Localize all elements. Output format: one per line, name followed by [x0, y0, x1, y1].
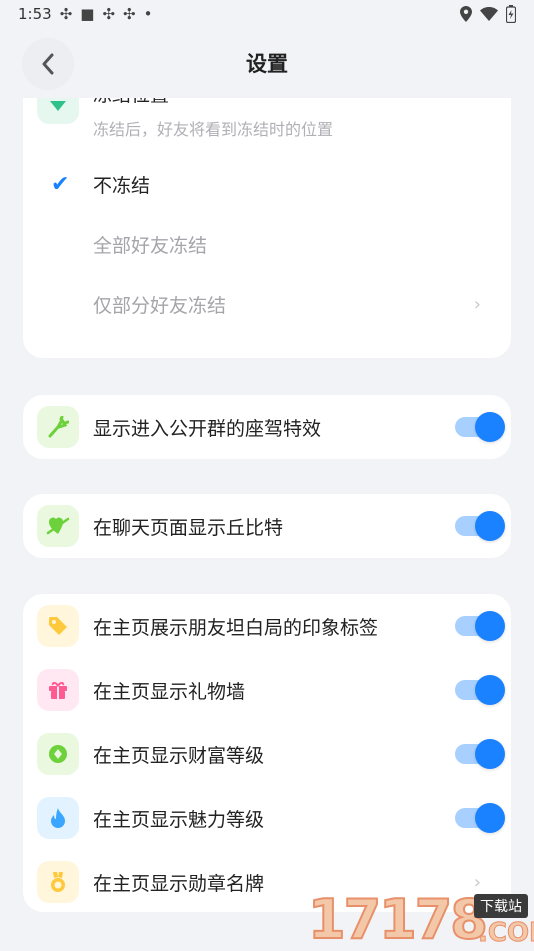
watermark-tag: 下载站 [474, 894, 528, 918]
profile-item-charm: 在主页显示魅力等级 [23, 786, 511, 850]
app-icon: ✣ [102, 4, 116, 23]
cupid-label: 在聊天页面显示丘比特 [93, 516, 284, 539]
cupid-toggle[interactable] [455, 511, 505, 541]
status-dot: • [143, 4, 153, 23]
cupid-arrow-icon [37, 505, 79, 547]
gift-wall-toggle[interactable] [455, 675, 505, 705]
flame-icon [37, 797, 79, 839]
car-effect-label: 显示进入公开群的座驾特效 [93, 417, 322, 440]
freeze-location-subtitle: 冻结后，好友将看到冻结时的位置 [93, 120, 334, 139]
back-button[interactable] [22, 38, 74, 90]
page-title: 设置 [246, 52, 288, 76]
status-right [460, 5, 516, 23]
watermark-domain: .COM [478, 918, 534, 949]
app-icon: ✣ [123, 4, 136, 23]
toggle-knob [475, 412, 505, 442]
square-icon: ■ [80, 4, 95, 23]
status-bar: 1:53 ✣ ■ ✣ ✣ • [0, 0, 534, 28]
tag-icon [37, 605, 79, 647]
battery-icon [506, 5, 516, 23]
car-effect-row: 显示进入公开群的座驾特效 [23, 395, 511, 459]
diamond-icon [37, 733, 79, 775]
toggle-knob [475, 675, 505, 705]
tags-toggle[interactable] [455, 611, 505, 641]
settings-list[interactable]: 冻结位置 冻结后，好友将看到冻结时的位置 ✔ 不冻结 全部好友冻结 仅部分好友冻… [0, 98, 534, 950]
profile-item-gift-wall: 在主页显示礼物墙 [23, 658, 511, 722]
watermark-logo: 17178 下载站 .COM [307, 887, 534, 951]
freeze-option-partial[interactable]: 仅部分好友冻结 › [23, 274, 511, 334]
freeze-location-title: 冻结位置 [93, 98, 169, 107]
car-effect-card: 显示进入公开群的座驾特效 [23, 395, 511, 459]
freeze-option-label: 不冻结 [93, 174, 151, 197]
watermark-number: 17178 [307, 887, 489, 951]
toggle-knob [475, 511, 505, 541]
status-time: 1:53 [18, 5, 52, 23]
profile-item-label: 在主页展示朋友坦白局的印象标签 [93, 616, 379, 639]
wifi-icon [480, 7, 498, 21]
check-icon: ✔ [51, 171, 70, 197]
gift-icon [37, 669, 79, 711]
cupid-card: 在聊天页面显示丘比特 [23, 494, 511, 558]
wealth-toggle[interactable] [455, 739, 505, 769]
profile-item-label: 在主页显示礼物墙 [93, 680, 246, 703]
profile-item-wealth: 在主页显示财富等级 [23, 722, 511, 786]
charm-toggle[interactable] [455, 803, 505, 833]
location-icon [460, 6, 472, 22]
profile-item-label: 在主页显示魅力等级 [93, 808, 265, 831]
freeze-option-none[interactable]: ✔ 不冻结 [23, 154, 511, 214]
car-effect-icon [37, 406, 79, 448]
car-effect-toggle[interactable] [455, 412, 505, 442]
freeze-option-label: 全部好友冻结 [93, 234, 208, 257]
cupid-row: 在聊天页面显示丘比特 [23, 494, 511, 558]
toggle-knob [475, 803, 505, 833]
profile-item-tags: 在主页展示朋友坦白局的印象标签 [23, 594, 511, 658]
status-left: 1:53 ✣ ■ ✣ ✣ • [18, 5, 152, 23]
toggle-knob [475, 739, 505, 769]
profile-item-label: 在主页显示财富等级 [93, 744, 265, 767]
header: 设置 [0, 28, 534, 98]
freeze-location-card: 冻结位置 冻结后，好友将看到冻结时的位置 ✔ 不冻结 全部好友冻结 仅部分好友冻… [23, 98, 511, 358]
profile-item-label: 在主页显示勋章名牌 [93, 872, 265, 895]
app-icon: ✣ [59, 4, 73, 23]
freeze-location-icon [37, 98, 79, 124]
freeze-option-all[interactable]: 全部好友冻结 [23, 214, 511, 274]
medal-icon [37, 861, 79, 903]
toggle-knob [475, 611, 505, 641]
profile-display-card: 在主页展示朋友坦白局的印象标签 在主页显示礼物墙 在主页显示财富等级 在主页显示… [23, 594, 511, 912]
chevron-right-icon: › [473, 293, 481, 315]
chevron-left-icon [42, 53, 54, 75]
freeze-option-label: 仅部分好友冻结 [93, 294, 227, 317]
